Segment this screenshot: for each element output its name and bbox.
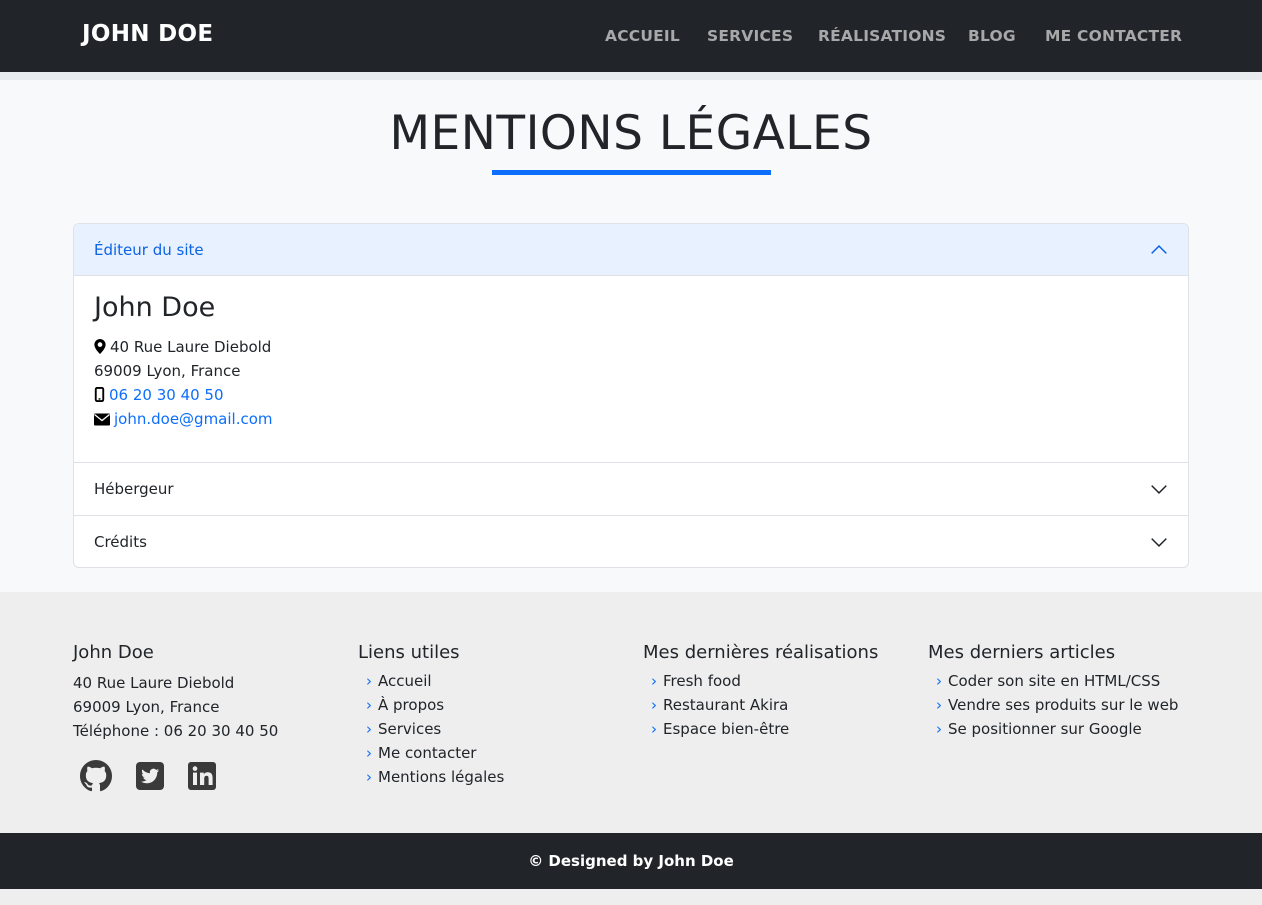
chevron-right-icon: › <box>366 696 372 714</box>
accordion-header-host[interactable]: Hébergeur <box>74 462 1188 514</box>
editor-street: 40 Rue Laure Diebold <box>110 338 272 356</box>
footer-links-column: Liens utiles › Accueil › À propos › Service… <box>358 642 618 789</box>
footer-projects-heading: Mes dernières réalisations <box>643 642 879 663</box>
footer-link-services[interactable]: › Services <box>358 717 618 741</box>
accordion-label-credits: Crédits <box>94 533 147 551</box>
chevron-down-icon <box>1151 538 1167 547</box>
envelope-icon <box>94 413 110 426</box>
footer-articles-list: › Coder son site en HTML/CSS › Vendre ses … <box>928 669 1188 741</box>
footer-project-link[interactable]: › Restaurant Akira <box>643 693 903 717</box>
chevron-right-icon: › <box>651 696 657 714</box>
chevron-up-icon <box>1151 245 1167 254</box>
footer-contact-heading: John Doe <box>73 642 154 663</box>
footer-article-label: Vendre ses produits sur le web <box>948 696 1179 714</box>
navbar: JOHN DOE ACCUEIL SERVICES RÉALISATIONS B… <box>0 0 1262 72</box>
github-icon[interactable] <box>80 760 112 792</box>
chevron-right-icon: › <box>936 696 942 714</box>
footer-project-label: Fresh food <box>663 672 741 690</box>
footer-link-label: Me contacter <box>378 744 477 762</box>
chevron-right-icon: › <box>651 672 657 690</box>
nav-link-realisations[interactable]: RÉALISATIONS <box>818 27 946 45</box>
footer-link-contact[interactable]: › Me contacter <box>358 741 618 765</box>
map-marker-icon <box>94 339 106 354</box>
main-section: MENTIONS LÉGALES Éditeur du site John Do… <box>0 80 1262 592</box>
footer-city: 69009 Lyon, France <box>73 698 220 716</box>
footer-link-label: Accueil <box>378 672 432 690</box>
footer-article-link[interactable]: › Vendre ses produits sur le web <box>928 693 1188 717</box>
page-title: MENTIONS LÉGALES <box>389 106 873 161</box>
footer-article-label: Se positionner sur Google <box>948 720 1142 738</box>
footer-project-link[interactable]: › Fresh food <box>643 669 903 693</box>
footer-articles-heading: Mes derniers articles <box>928 642 1116 663</box>
chevron-right-icon: › <box>366 672 372 690</box>
accordion-header-editor[interactable]: Éditeur du site <box>74 224 1188 276</box>
navbar-divider <box>0 72 1262 80</box>
chevron-right-icon: › <box>936 720 942 738</box>
chevron-right-icon: › <box>366 720 372 738</box>
footer-projects-column: Mes dernières réalisations › Fresh food ›… <box>643 642 903 741</box>
nav-link-contact[interactable]: ME CONTACTER <box>1045 27 1182 45</box>
footer-link-mentions[interactable]: › Mentions légales <box>358 765 618 789</box>
footer-link-label: Mentions légales <box>378 768 505 786</box>
nav-link-blog[interactable]: BLOG <box>968 27 1016 45</box>
footer-phone: Téléphone : 06 20 30 40 50 <box>73 722 279 740</box>
editor-name: John Doe <box>94 292 216 323</box>
page-bottom-spacer <box>0 889 1262 905</box>
footer-link-label: À propos <box>378 696 445 714</box>
footer-article-label: Coder son site en HTML/CSS <box>948 672 1161 690</box>
footer-article-link[interactable]: › Se positionner sur Google <box>928 717 1188 741</box>
footer-project-label: Restaurant Akira <box>663 696 789 714</box>
footer-links-heading: Liens utiles <box>358 642 460 663</box>
mobile-phone-icon <box>94 387 105 402</box>
title-underline <box>492 170 771 175</box>
copyright-text: © Designed by John Doe <box>528 852 734 870</box>
footer-link-accueil[interactable]: › Accueil <box>358 669 618 693</box>
footer-link-a-propos[interactable]: › À propos <box>358 693 618 717</box>
nav-link-accueil[interactable]: ACCUEIL <box>605 27 680 45</box>
accordion-header-credits[interactable]: Crédits <box>74 515 1188 567</box>
accordion-label-host: Hébergeur <box>94 480 174 498</box>
chevron-down-icon <box>1151 485 1167 494</box>
chevron-right-icon: › <box>366 768 372 786</box>
footer-project-label: Espace bien-être <box>663 720 790 738</box>
footer-projects-list: › Fresh food › Restaurant Akira › Espace bi… <box>643 669 903 741</box>
brand-logo[interactable]: JOHN DOE <box>82 21 213 47</box>
footer-street: 40 Rue Laure Diebold <box>73 674 235 692</box>
editor-email-link[interactable]: john.doe@gmail.com <box>114 410 273 428</box>
legal-accordion: Éditeur du site John Doe 40 Rue Laure Di… <box>73 223 1189 568</box>
chevron-right-icon: › <box>366 744 372 762</box>
editor-email-line: john.doe@gmail.com <box>94 410 273 428</box>
twitter-icon[interactable] <box>134 760 166 792</box>
footer: John Doe 40 Rue Laure Diebold 69009 Lyon… <box>0 592 1262 833</box>
chevron-right-icon: › <box>651 720 657 738</box>
footer-articles-column: Mes derniers articles › Coder son site en… <box>928 642 1188 741</box>
footer-contact-column: John Doe 40 Rue Laure Diebold 69009 Lyon… <box>73 642 333 740</box>
editor-city: 69009 Lyon, France <box>94 362 241 380</box>
linkedin-icon[interactable] <box>186 760 218 792</box>
footer-project-link[interactable]: › Espace bien-être <box>643 717 903 741</box>
accordion-label-editor: Éditeur du site <box>94 241 204 259</box>
chevron-right-icon: › <box>936 672 942 690</box>
copyright-bar: © Designed by John Doe <box>0 833 1262 889</box>
nav-link-services[interactable]: SERVICES <box>707 27 793 45</box>
editor-address-line: 40 Rue Laure Diebold <box>94 338 271 356</box>
editor-phone-link[interactable]: 06 20 30 40 50 <box>109 386 224 404</box>
footer-links-list: › Accueil › À propos › Services › Me contact… <box>358 669 618 789</box>
footer-link-label: Services <box>378 720 442 738</box>
editor-phone-line: 06 20 30 40 50 <box>94 386 224 404</box>
footer-article-link[interactable]: › Coder son site en HTML/CSS <box>928 669 1188 693</box>
